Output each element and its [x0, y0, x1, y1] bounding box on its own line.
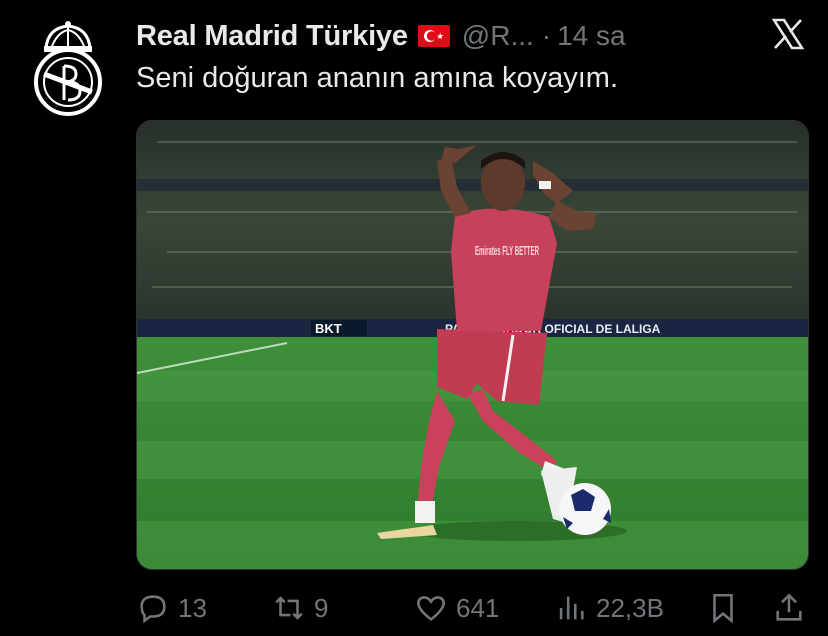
like-button[interactable]: 641: [414, 588, 499, 628]
like-count: 641: [456, 592, 500, 623]
post-header: Real Madrid Türkiye @R... · 14 sa: [136, 18, 626, 54]
bookmark-button[interactable]: [706, 588, 740, 628]
repost-icon: [275, 596, 303, 620]
post-actions: 13 9 641 22,3B: [136, 588, 808, 628]
shirt-sponsor: Emirates FLY BETTER: [475, 243, 539, 258]
separator-dot: ·: [541, 20, 552, 51]
turkey-flag-icon: [417, 25, 450, 47]
post-time[interactable]: 14 sa: [557, 20, 626, 52]
post-text: Seni doğuran ananın amına koyayım.: [136, 62, 619, 94]
football: [559, 483, 611, 535]
share-icon: [776, 593, 802, 621]
reply-button[interactable]: 13: [136, 588, 207, 628]
repost-count: 9: [314, 592, 329, 623]
post-image[interactable]: BKT PATROCINADOR OFICIAL DE LALIGA Emira: [136, 120, 809, 570]
board-text-left: BKT: [315, 321, 342, 336]
share-button[interactable]: [772, 588, 806, 628]
heart-icon: [416, 596, 446, 621]
reply-icon: [140, 595, 166, 624]
bookmark-icon: [713, 593, 733, 624]
real-madrid-crest-icon: [34, 21, 102, 116]
reply-count: 13: [178, 592, 207, 623]
view-count: 22,3B: [596, 592, 664, 623]
analytics-icon: [559, 596, 584, 620]
views-button[interactable]: 22,3B: [554, 588, 664, 628]
user-handle[interactable]: @R...: [462, 20, 534, 52]
avatar[interactable]: [28, 18, 108, 118]
display-name[interactable]: Real Madrid Türkiye: [136, 20, 408, 53]
repost-button[interactable]: 9: [272, 588, 328, 628]
x-logo-icon[interactable]: [771, 18, 805, 50]
